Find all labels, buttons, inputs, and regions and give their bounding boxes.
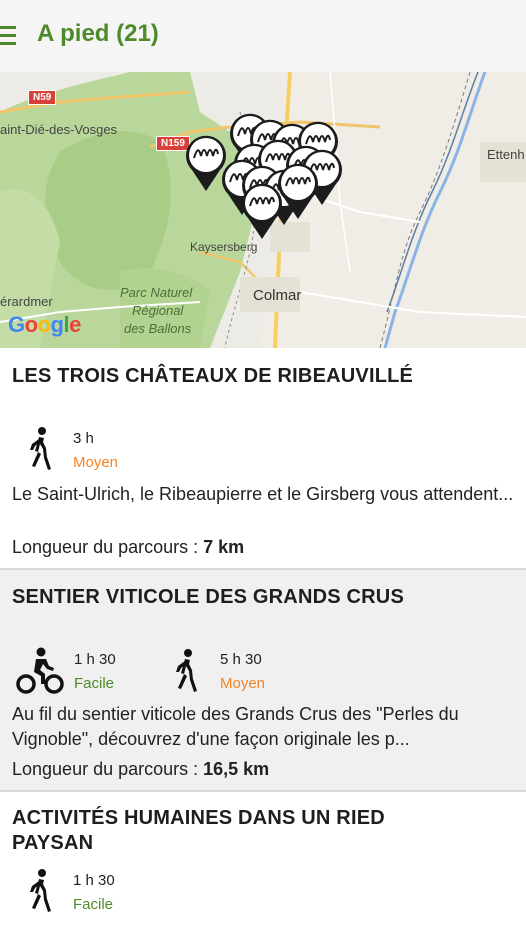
map-label-parc-2: Régional (132, 303, 184, 318)
map-label-kaysersberg: Kaysersberg (190, 240, 258, 254)
activity-level: Moyen (220, 675, 266, 692)
map-label-ettenheim: Ettenh (487, 147, 525, 162)
activity-level: Facile (73, 896, 114, 913)
map-label-colmar: Colmar (253, 287, 302, 304)
map-label-parc-1: Parc Naturel (120, 285, 193, 300)
route-title: SENTIER VITICOLE DES GRANDS CRUS (12, 586, 404, 608)
route-title: ACTIVITÉS HUMAINES DANS UN RIED PAYSAN (12, 807, 385, 854)
bike-icon (16, 647, 64, 694)
route-description: Au fil du sentier viticole des Grands Cr… (12, 704, 459, 749)
walk-icon (30, 869, 51, 912)
route-title: LES TROIS CHÂTEAUX DE RIBEAUVILLÉ (12, 365, 414, 387)
walk-icon (176, 649, 197, 692)
map-view[interactable]: N59 N159 aint-Dié-des-Vosges Kaysersberg… (0, 72, 526, 348)
activity-level: Moyen (73, 454, 119, 471)
walk-icon (30, 427, 51, 470)
menu-icon[interactable] (0, 26, 16, 46)
route-length: Longueur du parcours : 16,5 km (12, 759, 270, 779)
app-bar: A pied (21) (0, 0, 526, 72)
map-label-gerardmer: érardmer (0, 294, 53, 309)
route-length: Longueur du parcours : 7 km (12, 537, 245, 557)
route-description: Le Saint-Ulrich, le Ribeaupierre et le G… (12, 484, 514, 504)
road-badge-n59: N59 (28, 90, 57, 105)
activity-time: 1 h 30 (73, 872, 115, 889)
activity-time: 1 h 30 (74, 651, 116, 668)
route-card[interactable]: SENTIER VITICOLE DES GRANDS CRUS 1 h 30 … (0, 570, 526, 792)
map-label-parc-3: des Ballons (124, 321, 192, 336)
route-card[interactable]: LES TROIS CHÂTEAUX DE RIBEAUVILLÉ 3 h Mo… (0, 348, 526, 570)
page-title: A pied (21) (37, 20, 159, 47)
map-pin-icon[interactable] (240, 182, 284, 240)
activity-time: 3 h (73, 430, 94, 447)
google-logo: Google (8, 312, 81, 337)
activity-time: 5 h 30 (220, 651, 262, 668)
activity-level: Facile (74, 675, 115, 692)
map-label-saint-die: aint-Dié-des-Vosges (0, 122, 118, 137)
route-card[interactable]: ACTIVITÉS HUMAINES DANS UN RIED PAYSAN 1… (0, 792, 526, 932)
